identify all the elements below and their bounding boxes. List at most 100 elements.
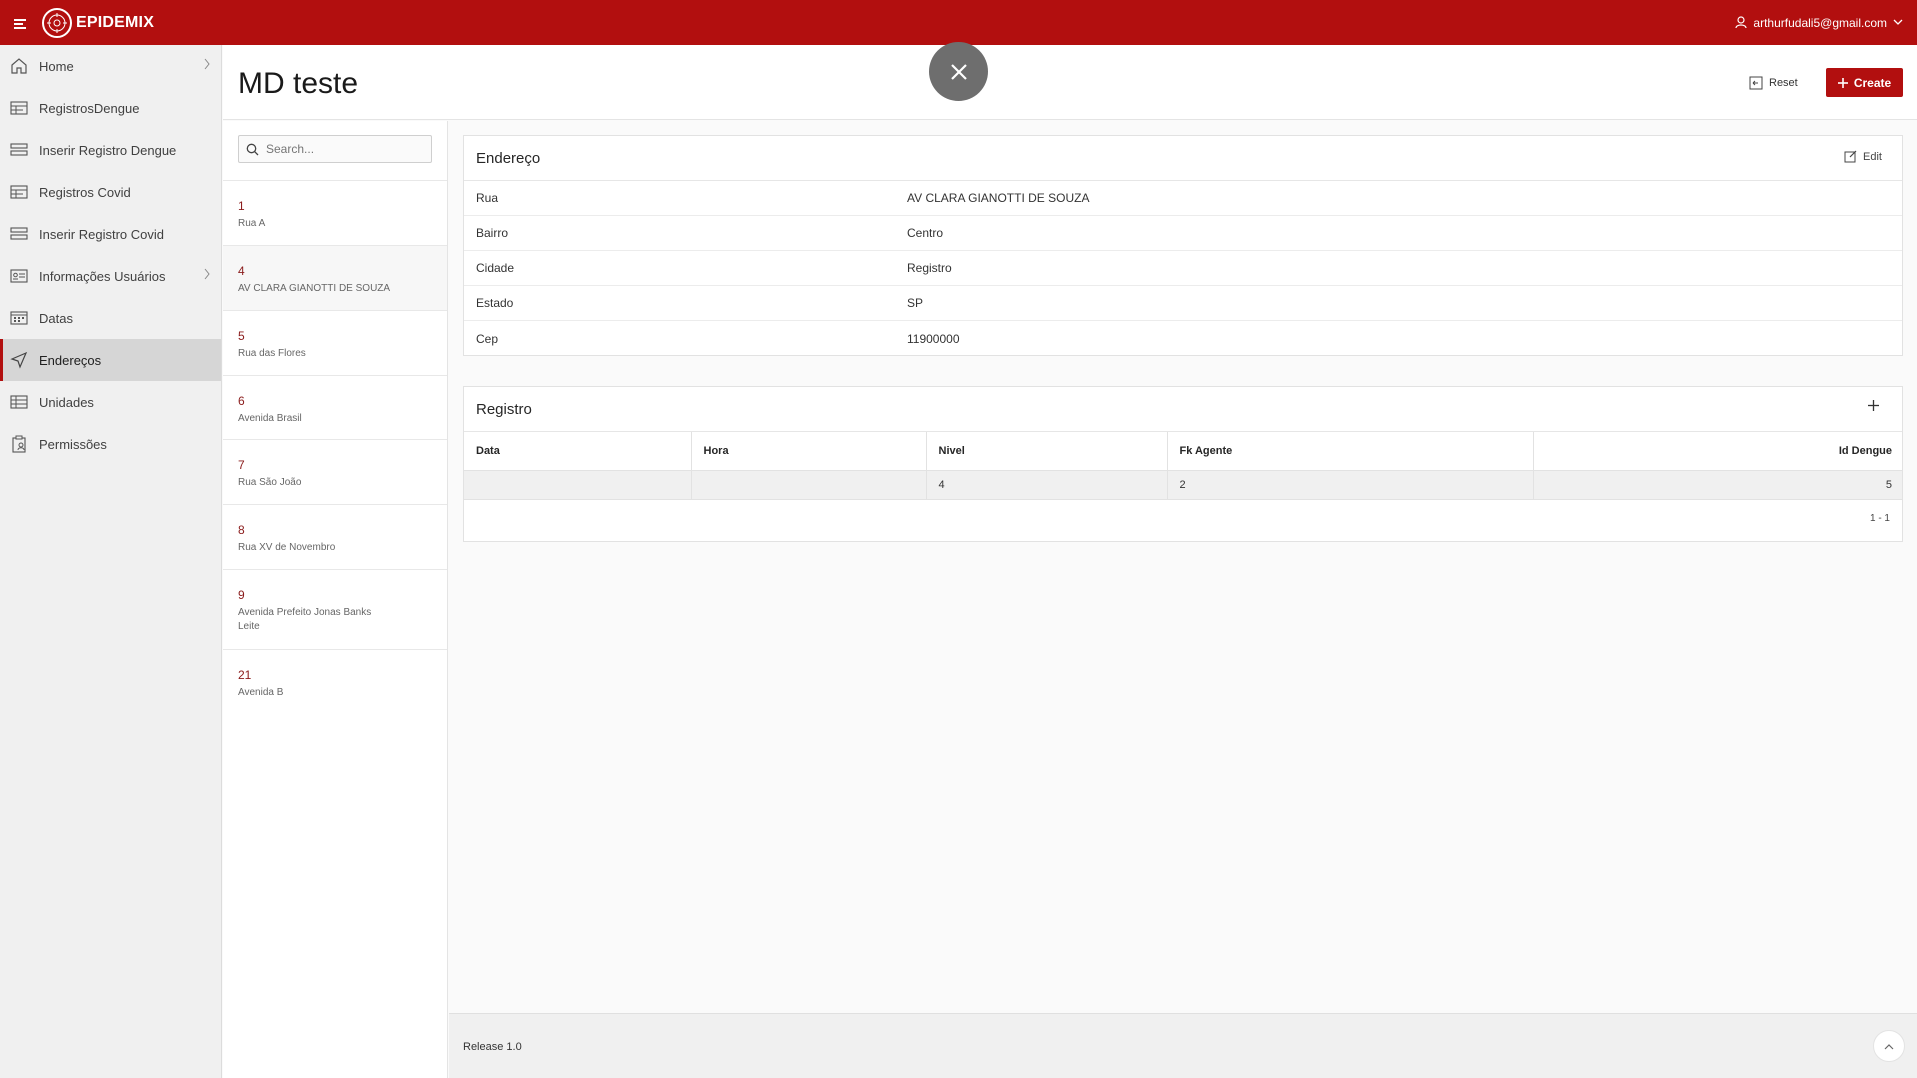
field-value: SP <box>907 296 924 310</box>
table-cell: 5 <box>1533 470 1902 499</box>
search-icon <box>246 143 259 155</box>
list-item-desc: AV CLARA GIANOTTI DE SOUZA <box>238 283 391 294</box>
sidebar-item-unidades[interactable]: Unidades <box>0 381 221 423</box>
table-header-row: Data Hora Nivel Fk Agente Id Dengue <box>464 432 1902 471</box>
list-item-id: 5 <box>238 329 245 343</box>
column-header-nivel[interactable]: Nivel <box>926 432 1168 471</box>
table-cell <box>464 470 692 499</box>
page-title: MD teste <box>238 67 359 100</box>
field-label: Cep <box>476 331 499 346</box>
edit-label: Edit <box>1863 150 1882 163</box>
sidebar-item-label: Datas <box>39 310 73 326</box>
sidebar-item-label: Informações Usuários <box>39 268 166 284</box>
search-area <box>223 121 447 181</box>
sidebar-item-registros-covid[interactable]: Registros Covid <box>0 171 221 213</box>
list-item-desc: Rua A <box>238 218 266 229</box>
list-item-desc: Rua das Flores <box>238 348 306 359</box>
scroll-to-top-button[interactable] <box>1873 1030 1905 1062</box>
registro-card-title: Registro <box>476 400 532 418</box>
sidebar-item-datas[interactable]: Datas <box>0 297 221 339</box>
list-item-id: 7 <box>238 458 245 472</box>
endereco-card-header: Endereço Edit <box>464 136 1902 181</box>
menu-toggle-button[interactable] <box>0 0 40 45</box>
sidebar-nav: Home RegistrosDengue Inserir Registro De… <box>0 45 222 1078</box>
sidebar-item-label: Endereços <box>39 352 102 368</box>
list-item[interactable]: 9 Avenida Prefeito Jonas Banks Leite <box>223 570 447 650</box>
user-email: arthurfudali5@gmail.com <box>1753 15 1887 30</box>
chevron-right-icon <box>204 268 210 280</box>
plus-icon <box>1868 400 1879 411</box>
field-row-cidade: Cidade Registro <box>464 251 1902 286</box>
app-logo[interactable]: EPIDEMIX <box>42 7 154 38</box>
table-cell: 4 <box>926 470 1168 499</box>
column-header-data[interactable]: Data <box>464 432 692 471</box>
chevron-right-icon <box>204 58 210 70</box>
list-item[interactable]: 1 Rua A <box>223 181 447 246</box>
sidebar-item-registros-dengue[interactable]: RegistrosDengue <box>0 87 221 129</box>
edit-button[interactable]: Edit <box>1844 150 1882 163</box>
list-item-id: 6 <box>238 394 245 408</box>
navigation-icon <box>9 350 29 370</box>
list-item[interactable]: 6 Avenida Brasil <box>223 376 447 440</box>
sidebar-item-informacoes-usuarios[interactable]: Informações Usuários <box>0 255 221 297</box>
field-label: Rua <box>476 191 499 205</box>
close-icon <box>950 63 967 80</box>
master-list-panel: 1 Rua A 4 AV CLARA GIANOTTI DE SOUZA 5 R… <box>223 121 448 1078</box>
add-row-button[interactable] <box>1867 399 1880 416</box>
top-bar: EPIDEMIX arthurfudali5@gmail.com <box>0 0 1917 45</box>
hamburger-icon <box>14 18 26 29</box>
sidebar-item-home[interactable]: Home <box>0 45 221 87</box>
id-card-icon <box>9 266 29 286</box>
reset-button[interactable]: Reset <box>1749 69 1798 97</box>
list-item[interactable]: 5 Rua das Flores <box>223 311 447 376</box>
reset-label: Reset <box>1769 77 1798 89</box>
registro-table: Data Hora Nivel Fk Agente Id Dengue 4 2 … <box>464 432 1902 499</box>
column-header-hora[interactable]: Hora <box>691 432 927 471</box>
edit-icon <box>1844 150 1857 163</box>
sidebar-item-label: Inserir Registro Dengue <box>39 142 177 158</box>
column-header-id-dengue[interactable]: Id Dengue <box>1533 432 1902 471</box>
list-item-id: 4 <box>238 264 245 278</box>
field-value: 11900000 <box>907 331 960 346</box>
sidebar-item-inserir-registro-dengue[interactable]: Inserir Registro Dengue <box>0 129 221 171</box>
app-title[interactable]: EPIDEMIX <box>76 14 154 32</box>
table-row[interactable]: 4 2 5 <box>464 470 1902 499</box>
user-menu[interactable]: arthurfudali5@gmail.com <box>1735 0 1903 45</box>
list-item-id: 1 <box>238 199 245 213</box>
list-item[interactable]: 7 Rua São João <box>223 440 447 505</box>
logo-icon <box>42 7 72 38</box>
table-cell <box>691 470 927 499</box>
registro-card: Registro Data Hora Nivel Fk Agente Id De… <box>463 386 1903 542</box>
release-version: Release 1.0 <box>463 1041 522 1053</box>
list-item[interactable]: 21 Avenida B <box>223 650 447 708</box>
create-button[interactable]: Create <box>1826 68 1903 97</box>
column-header-fk-agente[interactable]: Fk Agente <box>1167 432 1534 471</box>
sidebar-item-label: RegistrosDengue <box>39 100 140 116</box>
user-icon <box>1735 16 1748 29</box>
list-item-desc: Avenida Brasil <box>238 413 302 424</box>
form-icon <box>9 140 29 160</box>
sidebar-item-enderecos[interactable]: Endereços <box>0 339 221 381</box>
table-icon <box>9 98 29 118</box>
search-box[interactable] <box>238 135 432 163</box>
sidebar-item-label: Inserir Registro Covid <box>39 226 164 242</box>
sidebar-item-label: Home <box>39 58 74 74</box>
list-item-selected[interactable]: 4 AV CLARA GIANOTTI DE SOUZA <box>223 246 447 311</box>
search-input[interactable] <box>266 142 426 156</box>
sidebar-item-inserir-registro-covid[interactable]: Inserir Registro Covid <box>0 213 221 255</box>
chevron-up-icon <box>1884 1043 1894 1049</box>
table-cell: 2 <box>1167 470 1534 499</box>
field-row-estado: Estado SP <box>464 286 1902 321</box>
close-button[interactable] <box>929 42 988 101</box>
list-item-id: 9 <box>238 588 245 602</box>
field-label: Estado <box>476 296 514 310</box>
sidebar-item-permissoes[interactable]: Permissões <box>0 423 221 465</box>
list-item[interactable]: 8 Rua XV de Novembro <box>223 505 447 570</box>
list-item-id: 21 <box>238 668 252 682</box>
field-value: Registro <box>907 261 952 275</box>
sidebar-item-label: Registros Covid <box>39 184 131 200</box>
calendar-icon <box>9 308 29 328</box>
page-header: MD teste Reset Create <box>223 45 1917 120</box>
form-icon <box>9 224 29 244</box>
field-row-rua: Rua AV CLARA GIANOTTI DE SOUZA <box>464 181 1902 216</box>
